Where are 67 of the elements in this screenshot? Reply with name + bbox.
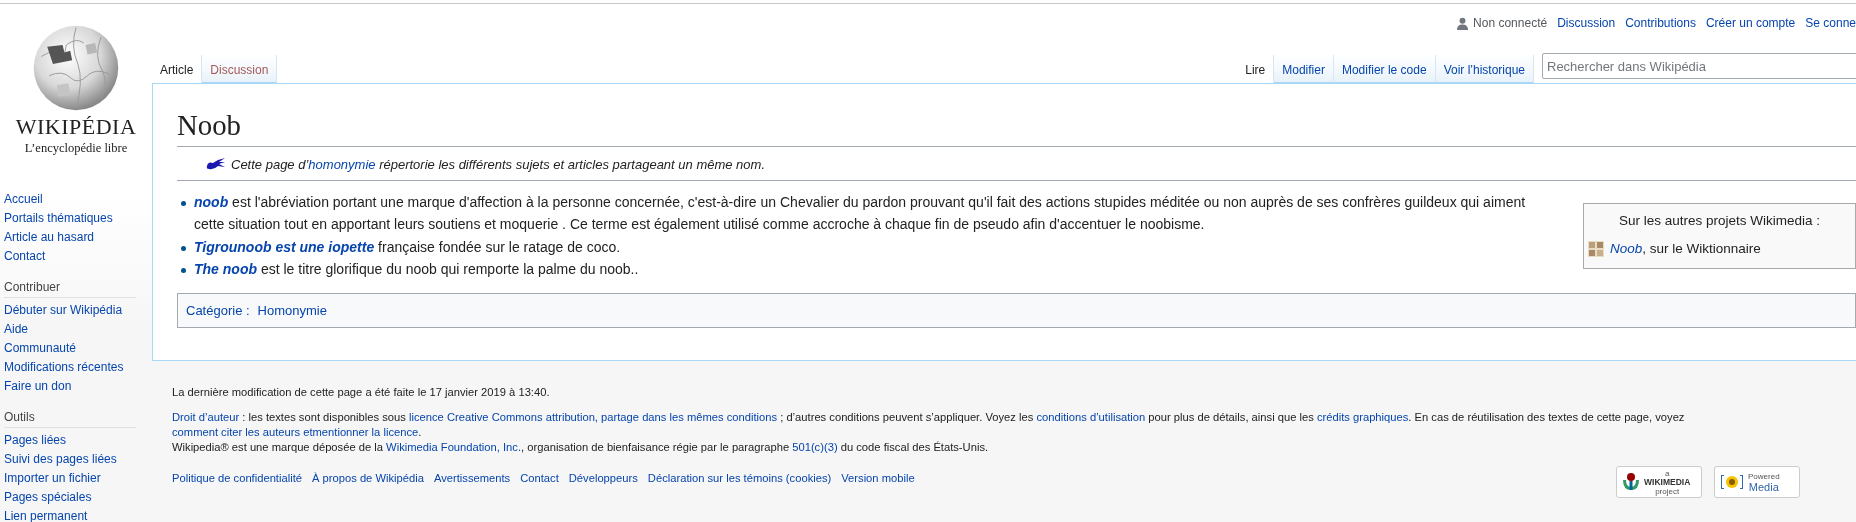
- entry-text: Tigrounoob est une iopette française fondée sur le ratage de coco.: [194, 237, 621, 257]
- sidebar-link[interactable]: Importer un fichier: [4, 469, 152, 488]
- sidebar-link[interactable]: Accueil: [4, 190, 152, 209]
- hatnote-text: Cette page d’homonymie répertorie les différents sujets et articles partageant un même nom.: [231, 157, 765, 172]
- view-tab[interactable]: Modifier le code: [1333, 55, 1436, 83]
- category-label-link[interactable]: Catégorie :: [186, 302, 250, 318]
- footer-link[interactable]: Déclaration sur les témoins (cookies): [647, 472, 832, 484]
- sunflower-icon: [1719, 472, 1745, 492]
- sidebar-link[interactable]: Débuter sur Wikipédia: [4, 301, 152, 320]
- sidebar-link[interactable]: Article au hasard: [4, 228, 152, 247]
- entry-link[interactable]: Tigrounoob est une iopette: [194, 238, 375, 255]
- footer-link[interactable]: À propos de Wikipédia: [312, 472, 424, 484]
- sidebar-link[interactable]: Modifications récentes: [4, 358, 152, 377]
- trademark-link[interactable]: 501(c)(3): [792, 441, 838, 453]
- sidebar-link[interactable]: Pages spéciales: [4, 488, 152, 507]
- sidebar-link[interactable]: Portails thématiques: [4, 209, 152, 228]
- last-modified-text: La dernière modification de cette page a été faite le 17 janvier 2019 à 13:40.: [172, 385, 551, 400]
- user-icon: [1456, 17, 1470, 30]
- entry-text: noob est l'abréviation portant une marque d'affection à la personne concernée, c'est-à-dire un Chevalier du pardon prouvant qu'il fait des actions stupides méditée ou non auprès de ses confrères guildeux qui aiment cette situation tout en apportant leurs soutiens et moquerie . Ce terme est également utilisé comme accroche à chaque fin de pseudo afin d'accentuer le noobisme.: [194, 193, 1527, 235]
- sidebar-link[interactable]: Pages liées: [4, 431, 152, 450]
- sidebar-link[interactable]: Contact: [4, 247, 152, 266]
- view-tab[interactable]: Voir l’historique: [1435, 55, 1534, 83]
- footer-link[interactable]: Avertissements: [433, 472, 511, 484]
- dictionary-icon: [1588, 241, 1604, 258]
- sister-entry: Noob, sur le Wiktionnaire: [1610, 240, 1761, 258]
- view-tab[interactable]: Modifier: [1274, 55, 1334, 83]
- wordmark: WIKIPÉDIA: [15, 116, 137, 138]
- user-link[interactable]: Créer un compte: [1705, 16, 1796, 30]
- footer-link[interactable]: Contact: [520, 472, 559, 484]
- footer-link[interactable]: Politique de confidentialité: [172, 472, 302, 484]
- bullet-icon: [181, 245, 186, 251]
- entry-text: The noob est le titre glorifique du noob qui remporte la palme du noob..: [194, 260, 639, 280]
- footer-link[interactable]: Version mobile: [841, 472, 915, 484]
- badge-button[interactable]: Powered Media: [1714, 466, 1800, 498]
- sidebar-link[interactable]: Suivi des pages liées: [4, 450, 152, 469]
- entry-link[interactable]: noob: [194, 194, 229, 210]
- bullet-icon: [181, 201, 186, 206]
- license-text: Droit d’auteur : les textes sont disponibles sous licence Creative Commons attribution, partage dans les mêmes conditions ; d’autres conditions peuvent s’appliquer. Voyez les conditions d’utilisation pour plus de détails, ainsi que les crédits graphiques. En cas de réutilisation des textes de cette page, voyez comment citer les auteurs etmentionner la licence.: [172, 410, 1686, 440]
- badge-button[interactable]: a WIKIMEDIA project: [1616, 466, 1702, 498]
- page-tab[interactable]: Discussion: [202, 55, 278, 83]
- search-field[interactable]: Rechercher dans Wikipédia: [1542, 53, 1856, 79]
- license-link[interactable]: Droit d’auteur: [172, 411, 240, 423]
- tagline: L’encyclopédie libre: [24, 141, 128, 156]
- trademark-link[interactable]: Wikimedia Foundation, Inc.: [386, 441, 522, 453]
- license-link[interactable]: comment citer les auteurs et: [172, 426, 313, 438]
- user-link[interactable]: Se conne: [1805, 16, 1856, 30]
- sidebar-link[interactable]: Aide: [4, 320, 152, 339]
- license-link[interactable]: conditions d’utilisation: [1036, 411, 1146, 423]
- sidebar-link[interactable]: Lien permanent: [4, 507, 152, 522]
- sidebar-heading: Contribuer: [4, 276, 136, 298]
- page-title: Noob: [177, 98, 1856, 147]
- login-status: Non connecté: [1473, 16, 1548, 30]
- disambiguation-icon: [205, 157, 227, 172]
- logo-icon: [1621, 472, 1641, 492]
- entry-link[interactable]: The noob: [194, 261, 257, 278]
- bullet-icon: [181, 268, 186, 274]
- user-link[interactable]: Discussion: [1557, 16, 1616, 30]
- sidebar-link[interactable]: Faire un don: [4, 377, 152, 396]
- sidebar-heading: Outils: [4, 406, 136, 428]
- category-link[interactable]: Homonymie: [257, 302, 327, 318]
- footer-link[interactable]: Développeurs: [568, 472, 638, 484]
- trademark-text: Wikipedia® est une marque déposée de la Wikimedia Foundation, Inc., organisation de bienfaisance régie par le paragraphe 501(c)(3) du code fiscal des États-Unis.: [172, 440, 990, 455]
- homonymie-link[interactable]: homonymie: [308, 157, 376, 172]
- sidebar-link[interactable]: Communauté: [4, 339, 152, 358]
- user-link[interactable]: Contributions: [1625, 16, 1696, 30]
- license-link[interactable]: licence Creative Commons attribution, partage dans les mêmes conditions: [408, 411, 778, 423]
- sister-title: Sur les autres projets Wikimedia :: [1617, 212, 1822, 230]
